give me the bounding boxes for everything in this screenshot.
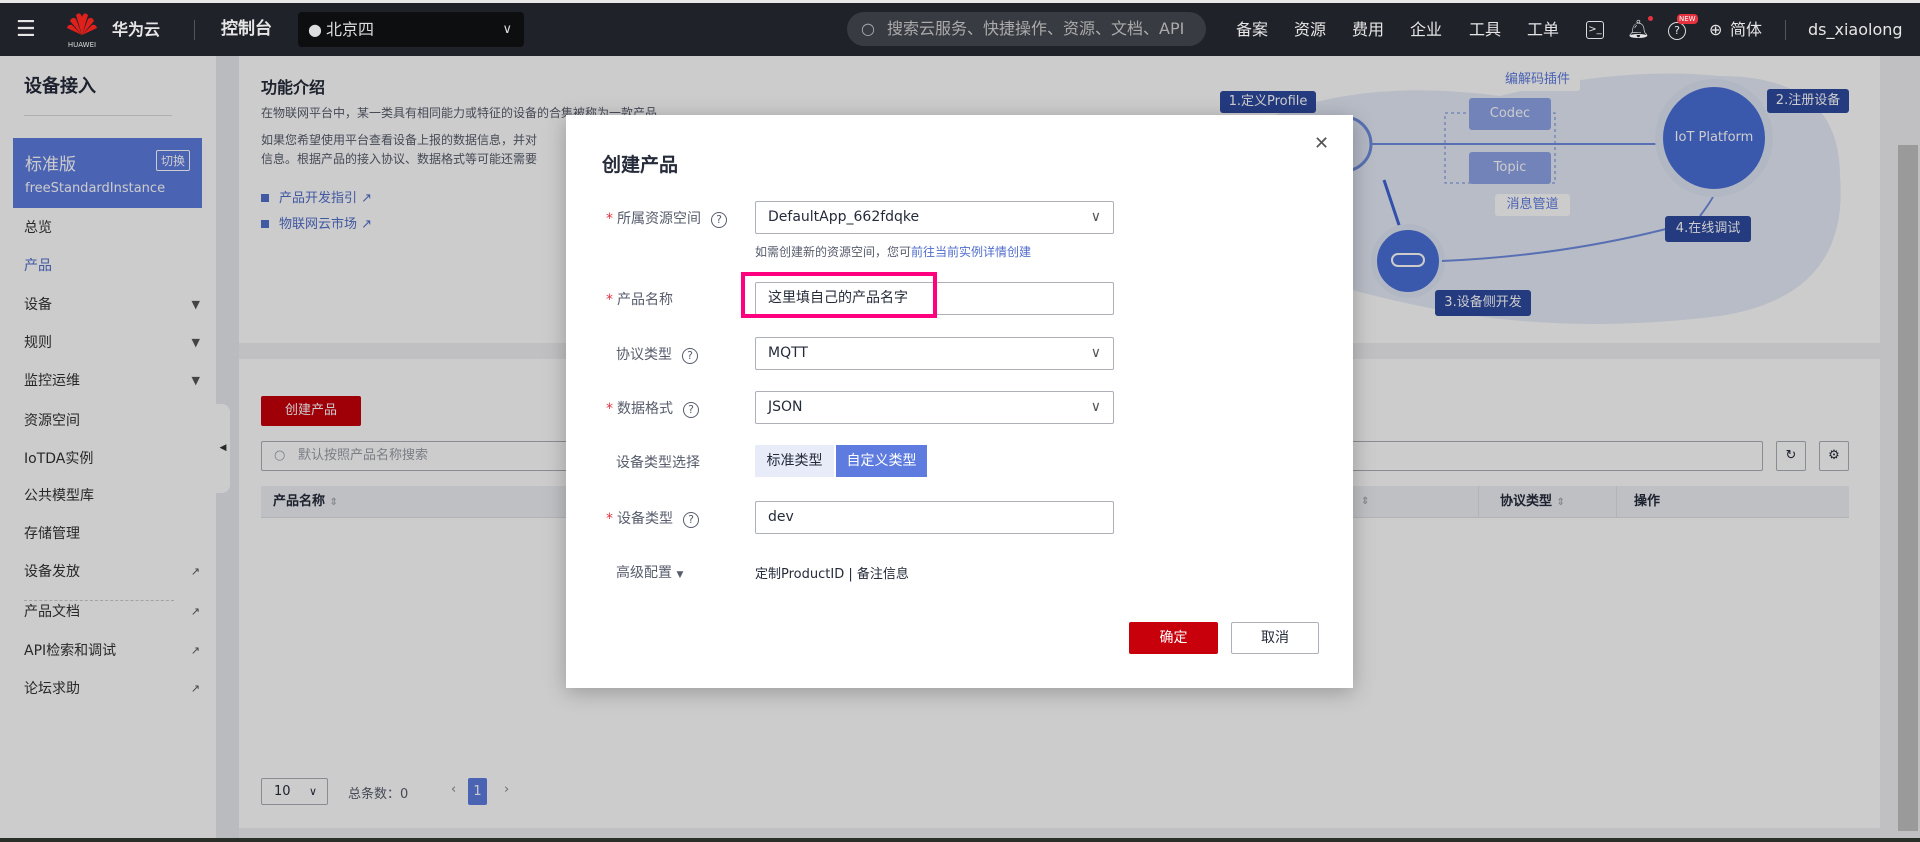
console-link[interactable]: 控制台 (221, 3, 272, 56)
standard-type-option[interactable]: 标准类型 (755, 445, 834, 477)
device-type-input[interactable]: dev (755, 501, 1114, 534)
instance-detail-link[interactable]: 前往当前实例详情创建 (911, 245, 1031, 259)
nav-billing[interactable]: 费用 (1352, 3, 1384, 56)
resource-space-select[interactable]: DefaultApp_662fdqke ∨ (755, 201, 1114, 234)
nav-resources[interactable]: 资源 (1294, 3, 1326, 56)
search-placeholder: 搜索云服务、快捷操作、资源、文档、API (887, 19, 1185, 38)
region-value: 北京四 (326, 20, 375, 39)
brand-name[interactable]: 华为云 (112, 3, 160, 56)
new-badge: NEW (1677, 14, 1698, 24)
region-select[interactable]: ● 北京四 ∨ (298, 12, 524, 47)
terminal-icon[interactable]: >_ (1586, 21, 1604, 39)
nav-tools[interactable]: 工具 (1469, 3, 1501, 56)
global-search-input[interactable]: ○ 搜索云服务、快捷操作、资源、文档、API (847, 12, 1206, 46)
protocol-select[interactable]: MQTT ∨ (755, 337, 1114, 370)
help-icon[interactable]: ? (683, 512, 699, 528)
chevron-down-icon: ∨ (502, 22, 512, 37)
highlight-box (741, 272, 937, 318)
advanced-config-toggle[interactable]: 高级配置 ▼ (616, 562, 683, 582)
language-switch[interactable]: 简体 (1730, 3, 1762, 56)
user-menu[interactable]: ds_xiaolong (1808, 3, 1903, 56)
data-format-select[interactable]: JSON ∨ (755, 391, 1114, 424)
resource-space-label: * 所属资源空间? (606, 208, 727, 228)
divider (194, 20, 195, 40)
bell-icon[interactable]: 🔔︎ (1627, 3, 1650, 56)
nav-beian[interactable]: 备案 (1236, 3, 1268, 56)
chevron-down-icon: ∨ (1090, 399, 1101, 415)
device-type-select-label: 设备类型选择 (616, 455, 700, 471)
nav-enterprise[interactable]: 企业 (1410, 3, 1442, 56)
product-name-label: * 产品名称 (606, 292, 673, 308)
menu-icon[interactable]: ☰ (16, 3, 36, 56)
data-format-label: * 数据格式? (606, 398, 699, 418)
notification-dot (1648, 16, 1653, 21)
location-pin-icon: ● (308, 20, 322, 39)
custom-type-option[interactable]: 自定义类型 (836, 445, 927, 477)
help-icon[interactable]: ? (1668, 22, 1686, 40)
chevron-down-icon: ∨ (1090, 345, 1101, 361)
device-type-label: * 设备类型? (606, 508, 699, 528)
cancel-button[interactable]: 取消 (1231, 622, 1319, 654)
globe-icon[interactable]: ⊕ (1709, 3, 1722, 56)
nav-tickets[interactable]: 工单 (1527, 3, 1559, 56)
dialog-title: 创建产品 (602, 154, 679, 176)
help-icon[interactable]: ? (683, 402, 699, 418)
top-nav-bar: ☰ HUAWEI 华为云 控制台 ● 北京四 ∨ ○ 搜索云服务、快捷操作、资源… (0, 0, 1920, 56)
caret-down-icon: ▼ (676, 570, 684, 580)
huawei-logo[interactable]: HUAWEI (66, 11, 98, 49)
create-product-dialog: 创建产品 ✕ * 所属资源空间? DefaultApp_662fdqke ∨ 如需创… (566, 115, 1353, 688)
chevron-down-icon: ∨ (1090, 209, 1101, 225)
search-icon: ○ (861, 19, 875, 38)
protocol-label: 协议类型? (616, 344, 698, 364)
confirm-button[interactable]: 确定 (1129, 622, 1218, 654)
help-icon[interactable]: ? (682, 348, 698, 364)
close-icon[interactable]: ✕ (1314, 133, 1329, 154)
bottom-edge (0, 838, 1920, 842)
divider (1785, 20, 1786, 40)
advanced-config-summary[interactable]: 定制ProductID | 备注信息 (755, 563, 909, 582)
help-icon[interactable]: ? (711, 212, 727, 228)
resource-space-hint: 如需创建新的资源空间，您可前往当前实例详情创建 (755, 245, 1032, 259)
